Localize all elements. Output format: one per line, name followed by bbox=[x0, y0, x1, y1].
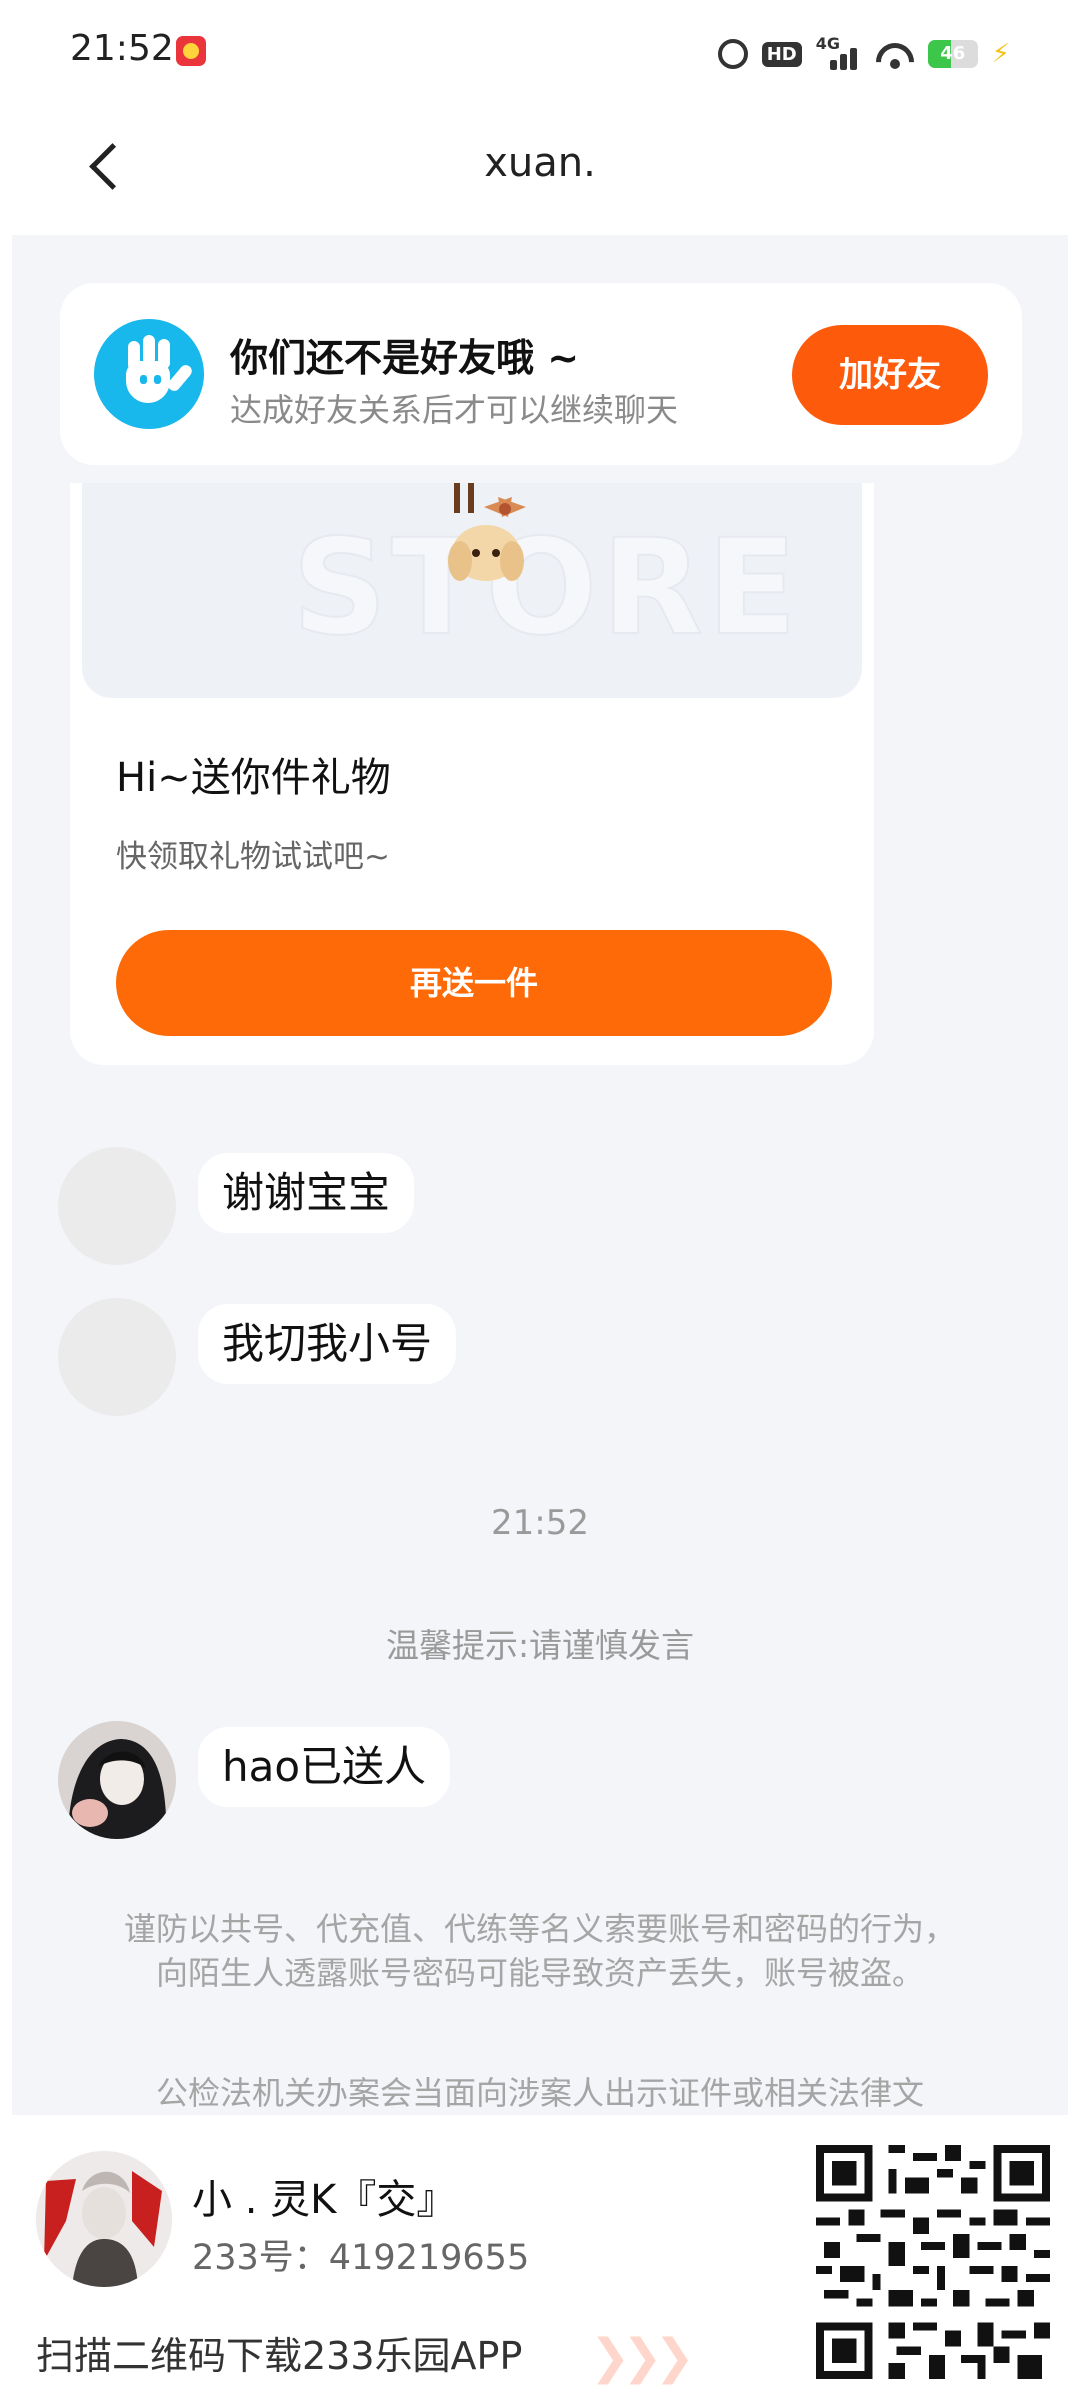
not-friend-prompt: 你们还不是好友哦 ~ 达成好友关系后才可以继续聊天 加好友 bbox=[60, 283, 1022, 465]
safety-tip: 温馨提示:请谨慎发言 bbox=[385, 1626, 695, 1665]
gift-card[interactable]: STORE Hi~送你件礼物 快领取礼物试试吧~ 再送一件 bbox=[70, 483, 874, 1065]
law-enforcement-warning: 公检法机关办案会当面向涉案人出示证件或相关法律文 bbox=[155, 2074, 924, 2112]
wifi-icon bbox=[876, 39, 914, 69]
store-watermark: STORE bbox=[291, 510, 802, 666]
gift-title: Hi~送你件礼物 bbox=[116, 755, 391, 801]
gift-subtitle: 快领取礼物试试吧~ bbox=[116, 839, 390, 875]
charging-icon: ⚡ bbox=[991, 39, 1010, 69]
battery-icon: 46 bbox=[927, 40, 978, 68]
network-type-label: 4G bbox=[815, 34, 840, 53]
avatar[interactable] bbox=[58, 1298, 176, 1416]
message-bubble[interactable]: 我切我小号 bbox=[198, 1304, 457, 1384]
chat-header: xuan. bbox=[0, 100, 1080, 230]
app-notification-icon bbox=[176, 36, 206, 66]
gift-banner-image: STORE bbox=[82, 483, 862, 698]
wave-hand-icon bbox=[94, 319, 204, 429]
promo-avatar-image bbox=[36, 2151, 172, 2287]
promo-avatar bbox=[36, 2151, 172, 2287]
avatar[interactable] bbox=[58, 1721, 176, 1839]
promo-username: 小 . 灵K『交』 bbox=[192, 2177, 457, 2223]
battery-level: 46 bbox=[940, 43, 966, 64]
avatar[interactable] bbox=[58, 1147, 176, 1265]
share-promo-card: 小 . 灵K『交』 233号：419219655 扫描二维码下载233乐园APP… bbox=[0, 2115, 1080, 2408]
promo-scan-text: 扫描二维码下载233乐园APP bbox=[36, 2334, 523, 2378]
status-icons: HD 4G 46 ⚡ bbox=[717, 34, 1010, 74]
add-friend-button[interactable]: 加好友 bbox=[792, 325, 988, 425]
friend-prompt-title: 你们还不是好友哦 ~ bbox=[230, 336, 580, 380]
signal-icon: 4G bbox=[816, 34, 862, 70]
user-avatar-image bbox=[58, 1721, 176, 1839]
chat-panel[interactable]: 你们还不是好友哦 ~ 达成好友关系后才可以继续聊天 加好友 STORE Hi~送… bbox=[12, 235, 1068, 2115]
promo-user-id: 233号：419219655 bbox=[192, 2238, 530, 2278]
time-divider: 21:52 bbox=[491, 1503, 589, 1543]
friend-prompt-subtitle: 达成好友关系后才可以继续聊天 bbox=[230, 391, 679, 429]
page-title: xuan. bbox=[484, 140, 596, 186]
chevron-right-icon: ❯❯❯ bbox=[590, 2329, 695, 2385]
send-again-button[interactable]: 再送一件 bbox=[116, 930, 832, 1036]
mascot-icon bbox=[448, 483, 526, 581]
message-bubble[interactable]: hao已送人 bbox=[198, 1727, 451, 1807]
status-bar: 21:52 HD 4G 46 ⚡ bbox=[0, 0, 1080, 100]
fraud-warning: 谨防以共号、代充值、代练等名义索要账号和密码的行为，向陌生人透露账号密码可能导致… bbox=[123, 1910, 956, 1992]
qr-code-icon bbox=[816, 2145, 1050, 2379]
alarm-icon bbox=[717, 39, 748, 69]
message-bubble[interactable]: 谢谢宝宝 bbox=[198, 1153, 415, 1233]
hd-icon: HD bbox=[761, 41, 802, 67]
status-time: 21:52 bbox=[70, 28, 174, 69]
